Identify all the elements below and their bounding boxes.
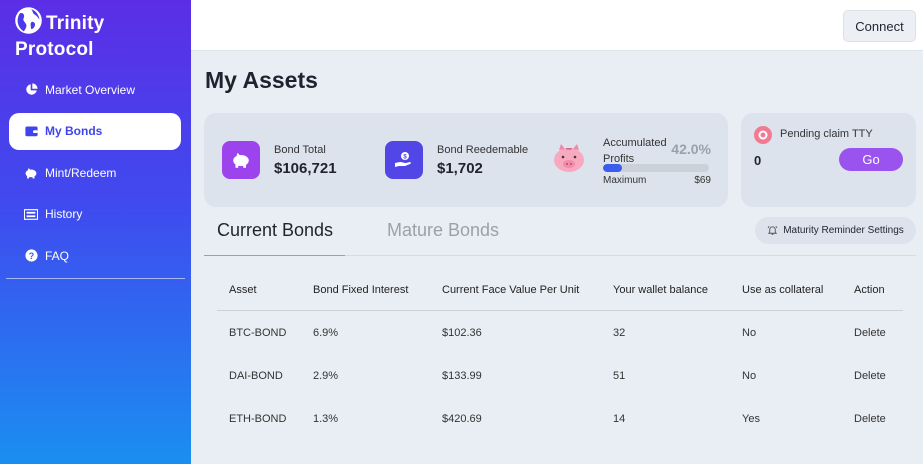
pie-chart-icon bbox=[24, 83, 38, 97]
face-value-cell: $420.69 bbox=[442, 412, 482, 425]
interest-cell: 6.9% bbox=[313, 326, 339, 339]
sidebar-item-label: Mint/Redeem bbox=[45, 165, 117, 180]
asset-cell: BTC-BOND bbox=[229, 326, 287, 339]
bonds-table: Asset Bond Fixed Interest Current Face V… bbox=[217, 269, 903, 440]
wallet-icon bbox=[24, 124, 38, 138]
pending-claim-value: 0 bbox=[754, 153, 762, 168]
wallet-balance-cell: 14 bbox=[613, 412, 626, 425]
svg-text:?: ? bbox=[28, 251, 33, 261]
interest-cell: 1.3% bbox=[313, 412, 339, 425]
table-row: ETH-BOND 1.3% $420.69 14 Yes Delete bbox=[217, 397, 903, 440]
maturity-reminder-button[interactable]: Maturity Reminder Settings bbox=[755, 217, 916, 244]
column-header-wallet-balance: Your wallet balance bbox=[613, 283, 708, 296]
column-header-asset: Asset bbox=[229, 283, 257, 296]
table-row: DAI-BOND 2.9% $133.99 51 No Delete bbox=[217, 354, 903, 397]
question-icon: ? bbox=[24, 249, 38, 263]
column-header-face-value: Current Face Value Per Unit bbox=[442, 283, 580, 296]
asset-cell: ETH-BOND bbox=[229, 412, 287, 425]
accumulated-profits: Accumulated Profits 42.0% Maximum $69 bbox=[551, 135, 711, 187]
token-icon bbox=[754, 126, 772, 144]
connect-button[interactable]: Connect bbox=[843, 10, 916, 42]
sidebar-item-mint-redeem[interactable]: Mint/Redeem bbox=[9, 154, 181, 191]
face-value-cell: $102.36 bbox=[442, 326, 482, 339]
pending-claim-card: Pending claim TTY 0 Go bbox=[741, 113, 916, 207]
column-header-collateral: Use as collateral bbox=[742, 283, 824, 296]
brand-name-line2: Protocol bbox=[15, 39, 94, 60]
collateral-cell: No bbox=[742, 326, 757, 339]
bond-total-value: $106,721 bbox=[274, 160, 337, 177]
maximum-label: Maximum bbox=[603, 175, 647, 186]
sidebar-nav: Market Overview My Bonds Mint/Redeem His… bbox=[9, 71, 181, 279]
sidebar-item-label: History bbox=[45, 207, 83, 221]
sidebar-item-label: Market Overview bbox=[45, 82, 136, 97]
face-value-cell: $133.99 bbox=[442, 369, 482, 382]
sidebar-item-my-bonds[interactable]: My Bonds bbox=[9, 112, 181, 150]
profits-percent: 42.0% bbox=[671, 141, 711, 157]
bond-total-label: Bond Total bbox=[274, 144, 326, 156]
alarm-bell-icon bbox=[767, 225, 778, 236]
piggy-bank-icon bbox=[222, 141, 260, 179]
stats-card: Bond Total $106,721 $ Bond Reedemable $1… bbox=[204, 113, 728, 207]
profits-progress-fill bbox=[603, 164, 623, 172]
delete-button[interactable]: Delete bbox=[854, 354, 886, 397]
profits-progress-bar bbox=[603, 164, 709, 172]
pending-claim-label: Pending claim TTY bbox=[780, 128, 873, 140]
page-title: My Assets bbox=[205, 67, 318, 93]
profits-label: Accumulated Profits bbox=[603, 137, 667, 165]
bond-redeemable-value: $1,702 bbox=[437, 160, 483, 177]
tab-mature-bonds[interactable]: Mature Bonds bbox=[387, 220, 499, 255]
collateral-cell: No bbox=[742, 369, 757, 382]
sidebar-item-market-overview[interactable]: Market Overview bbox=[9, 71, 181, 108]
sidebar-item-faq[interactable]: ? FAQ bbox=[9, 237, 181, 274]
collateral-cell: Yes bbox=[742, 412, 760, 425]
globe-icon bbox=[15, 7, 42, 34]
go-button[interactable]: Go bbox=[839, 148, 903, 171]
maximum-value: $69 bbox=[694, 175, 711, 186]
bond-tabs: Current Bonds Mature Bonds Maturity Remi… bbox=[203, 210, 916, 256]
maturity-reminder-label: Maturity Reminder Settings bbox=[783, 225, 904, 236]
asset-cell: DAI-BOND bbox=[229, 369, 283, 382]
sidebar-item-history[interactable]: History bbox=[9, 196, 181, 233]
top-bar: Connect bbox=[191, 0, 923, 51]
hand-coin-icon: $ bbox=[385, 141, 423, 179]
wallet-balance-cell: 32 bbox=[613, 326, 626, 339]
ledger-icon bbox=[24, 207, 38, 221]
table-header: Asset Bond Fixed Interest Current Face V… bbox=[217, 269, 903, 311]
bond-redeemable-label: Bond Reedemable bbox=[437, 144, 529, 156]
interest-cell: 2.9% bbox=[313, 369, 339, 382]
delete-button[interactable]: Delete bbox=[854, 311, 886, 354]
piggy-bank-icon bbox=[24, 166, 38, 180]
table-row: BTC-BOND 6.9% $102.36 32 No Delete bbox=[217, 311, 903, 354]
column-header-interest: Bond Fixed Interest bbox=[313, 283, 409, 296]
sidebar: Trinity Protocol Market Overview My Bond… bbox=[0, 0, 191, 464]
brand-name-line1: Trinity bbox=[46, 13, 105, 34]
tab-current-bonds[interactable]: Current Bonds bbox=[203, 220, 346, 256]
column-header-action: Action bbox=[854, 283, 885, 296]
sidebar-divider bbox=[6, 278, 185, 279]
sidebar-item-label: My Bonds bbox=[45, 124, 103, 138]
wallet-balance-cell: 51 bbox=[613, 369, 626, 382]
pink-piggy-icon bbox=[554, 144, 584, 172]
sidebar-item-label: FAQ bbox=[45, 248, 70, 263]
delete-button[interactable]: Delete bbox=[854, 397, 886, 440]
